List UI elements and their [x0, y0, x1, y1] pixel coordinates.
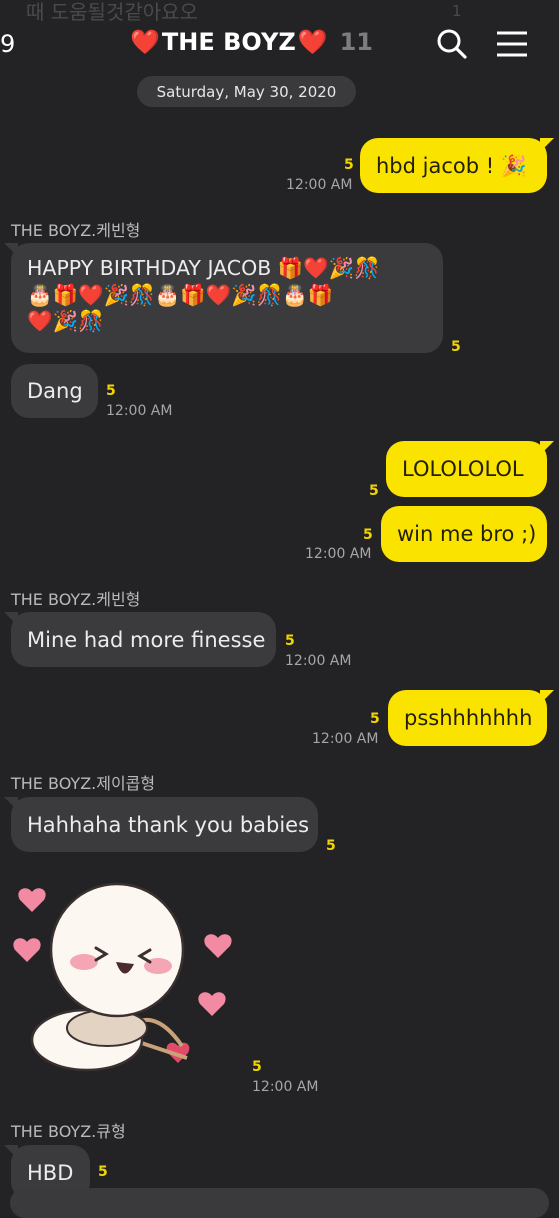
heart-icon: ❤️ — [297, 28, 328, 56]
unread-count: 5 — [252, 1059, 262, 1075]
unread-count: 5 — [369, 483, 379, 499]
member-count: 11 — [339, 28, 374, 56]
unread-count: 5 — [106, 383, 116, 399]
message-time: 12:00 AM — [305, 546, 372, 562]
message-input-bar[interactable] — [10, 1188, 549, 1218]
unread-count: 5 — [98, 1164, 108, 1180]
back-unread-count[interactable]: 9 — [0, 30, 15, 58]
outgoing-message-bubble[interactable]: psshhhhhhh — [388, 690, 554, 746]
message-text: psshhhhhhh — [404, 706, 533, 730]
message-text: LOLOLOLOL — [402, 457, 524, 481]
chat-title[interactable]: ❤️ THE BOYZ ❤️ 11 — [130, 28, 373, 56]
sender-name: THE BOYZ.제이콥형 — [11, 774, 156, 793]
sender-name: THE BOYZ.케빈형 — [11, 590, 141, 609]
message-text-line: 🎂🎁❤️🎉🎊🎂🎁❤️🎉🎊🎂🎁 — [27, 282, 334, 307]
date-divider: Saturday, May 30, 2020 — [137, 76, 356, 107]
emoticon-sticker[interactable] — [12, 880, 242, 1080]
message-time: 12:00 AM — [252, 1079, 319, 1095]
unread-count: 5 — [285, 633, 295, 649]
unread-count: 5 — [326, 838, 336, 854]
search-button[interactable] — [434, 26, 470, 62]
message-text-line: HAPPY BIRTHDAY JACOB 🎁❤️🎉🎊 — [27, 256, 380, 280]
search-icon — [437, 29, 467, 59]
message-text: Hahhaha thank you babies — [27, 812, 310, 837]
message-time: 12:00 AM — [106, 403, 173, 419]
chat-title-text: THE BOYZ — [161, 28, 296, 56]
message-text: Mine had more finesse — [27, 627, 266, 652]
outgoing-message-bubble[interactable]: hbd jacob ! 🎉 — [360, 138, 554, 193]
unread-count: 5 — [451, 339, 461, 355]
menu-button[interactable] — [494, 26, 530, 62]
incoming-message-bubble[interactable]: Dang — [11, 364, 98, 418]
incoming-message-bubble[interactable]: Hahhaha thank you babies — [4, 797, 318, 852]
unread-count: 5 — [363, 527, 373, 543]
preview-count: 1 — [452, 2, 462, 20]
incoming-message-bubble[interactable]: Mine had more finesse — [4, 612, 276, 667]
unread-count: 5 — [344, 157, 354, 173]
message-text: Dang — [27, 379, 83, 403]
message-time: 12:00 AM — [312, 731, 379, 747]
outgoing-message-bubble[interactable]: LOLOLOLOL — [386, 441, 554, 497]
message-time: 12:00 AM — [286, 177, 353, 193]
message-time: 12:00 AM — [285, 653, 352, 669]
cupid-baby-sticker-icon — [13, 882, 232, 1072]
message-text: win me bro ;) — [397, 522, 537, 546]
message-text: HBD — [27, 1160, 74, 1185]
heart-icon: ❤️ — [130, 28, 160, 56]
message-text-line: ❤️🎉🎊 — [27, 309, 104, 333]
sender-name: THE BOYZ.케빈형 — [11, 221, 141, 240]
preview-text: 때 도움될것같아요오 — [26, 0, 198, 24]
unread-count: 5 — [370, 711, 380, 727]
message-text: hbd jacob ! 🎉 — [376, 153, 527, 178]
sender-name: THE BOYZ.큐형 — [11, 1122, 126, 1141]
hamburger-menu-icon — [497, 31, 527, 57]
incoming-message-bubble[interactable]: HAPPY BIRTHDAY JACOB 🎁❤️🎉🎊 🎂🎁❤️🎉🎊🎂🎁❤️🎉🎊🎂… — [4, 243, 443, 353]
outgoing-message-bubble[interactable]: win me bro ;) — [381, 506, 547, 562]
